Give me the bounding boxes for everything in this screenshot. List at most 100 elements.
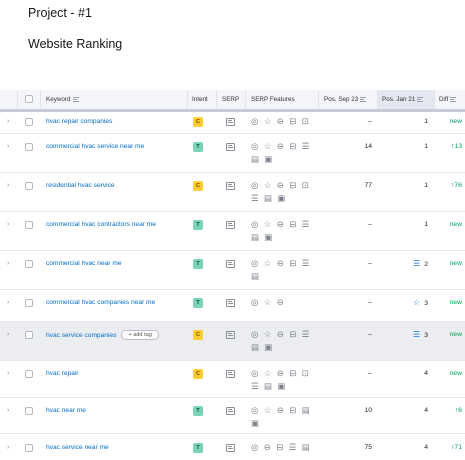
serp-snapshot-icon[interactable]: [226, 407, 235, 415]
table-row[interactable]: › commercial hvac service near me T ◎ ☆ …: [0, 134, 465, 173]
serp-features-cell: ◎ ☆ ⊖ ⊟ ☰ ▤ ▣: [251, 328, 313, 354]
sort-icon[interactable]: [417, 96, 424, 102]
intent-badge: T: [193, 443, 203, 453]
row-checkbox[interactable]: [25, 118, 33, 126]
sort-icon[interactable]: [360, 96, 367, 102]
intent-badge: C: [193, 330, 203, 340]
keyword-link[interactable]: commercial hvac contractors near me: [46, 221, 156, 228]
keyword-cell: hvac service near me: [46, 443, 109, 452]
table-row[interactable]: › commercial hvac companies near me T ◎ …: [0, 290, 465, 322]
serp-snapshot-icon[interactable]: [226, 444, 235, 452]
column-serp-features[interactable]: SERP Features: [251, 90, 295, 109]
serp-snapshot-icon[interactable]: [226, 331, 235, 339]
row-checkbox[interactable]: [25, 370, 33, 378]
pos-jan-cell: 4: [378, 406, 428, 415]
select-all-checkbox[interactable]: [25, 95, 33, 103]
serp-features-cell: ◎ ☆ ⊖ ⊟ ⊡: [251, 115, 313, 128]
diff-value: ↑76: [451, 182, 462, 189]
chevron-right-icon[interactable]: ›: [7, 260, 9, 268]
chevron-right-icon[interactable]: ›: [7, 299, 9, 307]
chevron-right-icon[interactable]: ›: [7, 143, 9, 151]
serp-feature-icons: ◎ ☆ ⊖: [251, 297, 286, 307]
serp-feature-icons: ◎ ☆ ⊖ ⊟ ⊡: [251, 368, 311, 378]
table-row[interactable]: › hvac near me T ◎ ☆ ⊖ ⊟ ▤ ▣ 10 4 ↑6: [0, 398, 465, 434]
serp-snapshot-icon[interactable]: [226, 260, 235, 268]
serp-feature-icons: ▤ ▣: [251, 154, 274, 164]
serp-feature-icons: ◎ ☆ ⊖ ⊟ ☰: [251, 329, 311, 339]
pos-jan-cell: ☆ 3: [378, 298, 428, 308]
intent-badge: C: [193, 181, 203, 191]
serp-feature-icons: ◎ ⊖ ⊟ ☰ ▤: [251, 442, 312, 452]
keyword-link[interactable]: hvac service companies: [46, 332, 116, 339]
row-checkbox[interactable]: [25, 221, 33, 229]
keyword-link[interactable]: hvac service near me: [46, 444, 109, 451]
chevron-right-icon[interactable]: ›: [7, 370, 9, 378]
row-checkbox[interactable]: [25, 299, 33, 307]
diff-value: ↑71: [451, 444, 462, 451]
serp-snapshot-icon[interactable]: [226, 370, 235, 378]
serp-features-cell: ◎ ☆ ⊖: [251, 296, 313, 309]
keyword-link[interactable]: commercial hvac companies near me: [46, 299, 155, 306]
serp-snapshot-icon[interactable]: [226, 299, 235, 307]
serp-snapshot-icon[interactable]: [226, 118, 235, 126]
table-row[interactable]: › commercial hvac contractors near me T …: [0, 212, 465, 251]
table-row[interactable]: › commercial hvac near me T ◎ ☆ ⊖ ⊟ ☰ ▤ –…: [0, 251, 465, 290]
chevron-right-icon[interactable]: ›: [7, 444, 9, 452]
table-row[interactable]: › hvac repair C ◎ ☆ ⊖ ⊟ ⊡ ☰ ▤ ▣ – 4 new: [0, 361, 465, 398]
chevron-right-icon[interactable]: ›: [7, 182, 9, 190]
pos-jan-cell: ☰ 2: [378, 259, 428, 269]
column-pos-sep[interactable]: Pos. Sep 23: [324, 90, 367, 109]
column-diff[interactable]: Diff: [439, 90, 457, 109]
pos-jan-value: 2: [424, 261, 428, 268]
serp-feature-icons: ◎ ☆ ⊖ ⊟ ⊡: [251, 180, 311, 190]
pos-sep-value: 10: [364, 407, 372, 414]
table-header: Keyword Intent SERP SERP Features Pos. S…: [0, 90, 465, 112]
row-checkbox[interactable]: [25, 182, 33, 190]
table-row[interactable]: › residential hvac service C ◎ ☆ ⊖ ⊟ ⊡ ☰ …: [0, 173, 465, 212]
serp-features-cell: ◎ ☆ ⊖ ⊟ ☰ ▤: [251, 257, 313, 283]
keyword-link[interactable]: commercial hvac near me: [46, 260, 122, 267]
row-checkbox[interactable]: [25, 260, 33, 268]
keyword-cell: commercial hvac service near me: [46, 142, 144, 151]
table-row[interactable]: › hvac repair companies C ◎ ☆ ⊖ ⊟ ⊡ – 1 …: [0, 112, 465, 134]
chevron-right-icon[interactable]: ›: [7, 407, 9, 415]
serp-snapshot-icon[interactable]: [226, 182, 235, 190]
table-row[interactable]: › hvac service companies + add tag C ◎ ☆ …: [0, 322, 465, 361]
column-keyword[interactable]: Keyword: [46, 90, 79, 109]
column-serp[interactable]: SERP: [222, 90, 239, 109]
row-checkbox[interactable]: [25, 331, 33, 339]
keyword-link[interactable]: hvac repair: [46, 370, 79, 377]
sort-icon[interactable]: [450, 96, 457, 102]
keyword-link[interactable]: commercial hvac service near me: [46, 143, 144, 150]
serp-feature-icons: ▣: [251, 418, 261, 428]
intent-badge: C: [193, 369, 203, 379]
page-title: Website Ranking: [28, 37, 123, 51]
serp-feature-icons: ☰ ▤ ▣: [251, 381, 287, 391]
serp-snapshot-icon[interactable]: [226, 221, 235, 229]
serp-feature-icon: ☰: [413, 330, 421, 339]
ranking-table: Keyword Intent SERP SERP Features Pos. S…: [0, 90, 465, 460]
table-row[interactable]: › hvac service near me T ◎ ⊖ ⊟ ☰ ▤ 75 4 …: [0, 434, 465, 460]
serp-feature-icon: ☰: [413, 259, 421, 268]
chevron-right-icon[interactable]: ›: [7, 221, 9, 229]
pos-jan-value: 4: [424, 444, 428, 451]
chevron-right-icon[interactable]: ›: [7, 331, 9, 339]
chevron-right-icon[interactable]: ›: [7, 118, 9, 126]
keyword-cell: residential hvac service: [46, 181, 115, 190]
serp-snapshot-icon[interactable]: [226, 143, 235, 151]
row-checkbox[interactable]: [25, 143, 33, 151]
column-pos-jan[interactable]: Pos. Jan 21: [382, 90, 424, 109]
keyword-link[interactable]: hvac repair companies: [46, 118, 112, 125]
row-checkbox[interactable]: [25, 407, 33, 415]
column-intent[interactable]: Intent: [192, 90, 208, 109]
pos-jan-cell: ☰ 3: [378, 330, 428, 340]
pos-sep-value: –: [368, 221, 372, 228]
pos-jan-cell: 4: [378, 369, 428, 378]
pos-sep-value: 77: [364, 182, 372, 189]
keyword-link[interactable]: residential hvac service: [46, 182, 115, 189]
keyword-link[interactable]: hvac near me: [46, 407, 86, 414]
keyword-cell: commercial hvac near me: [46, 259, 122, 268]
add-tag-button[interactable]: + add tag: [121, 330, 159, 340]
row-checkbox[interactable]: [25, 444, 33, 452]
sort-icon[interactable]: [72, 96, 79, 102]
